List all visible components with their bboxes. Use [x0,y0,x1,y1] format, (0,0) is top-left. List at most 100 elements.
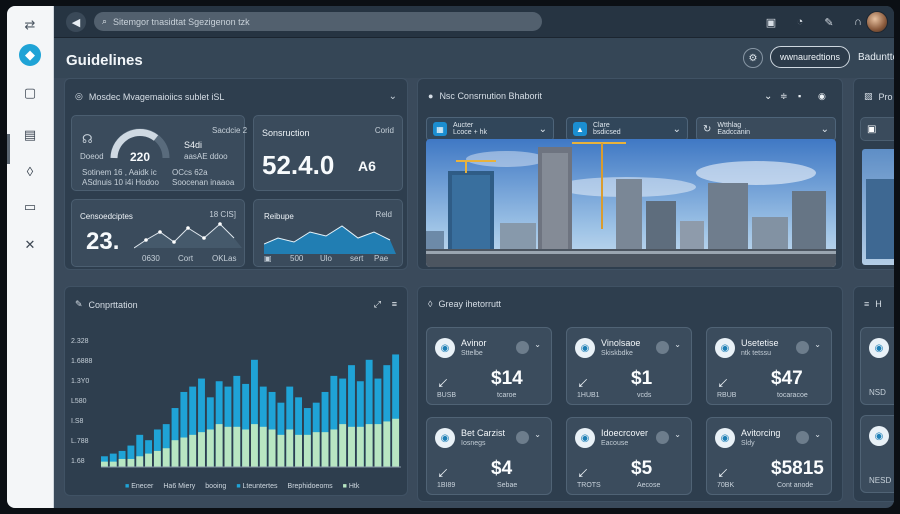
sidebar-item-projects[interactable]: ▢ [19,82,41,104]
bar-secondary[interactable] [383,421,391,467]
y-tick-label: I.S8 [71,418,84,425]
bar-secondary[interactable] [392,418,400,467]
menu-icon[interactable]: ≡ [392,299,397,309]
sidebar-item-dashboard[interactable]: ◆ [19,44,41,66]
side-account-card[interactable]: ◉ NESD [860,415,894,493]
side-chip[interactable]: ▣ [860,117,894,141]
bar-secondary[interactable] [145,453,152,467]
action-pill-button[interactable]: wwnauredtions [770,46,850,68]
bar-secondary[interactable] [268,429,276,467]
clock-icon[interactable]: ◉ [818,91,826,102]
toggle[interactable] [516,341,529,354]
toggle[interactable] [516,431,529,444]
account-sub: Eacouse [601,440,629,447]
account-card[interactable]: ◉ Avitorcing Sldy ⌄ ↓ $5815 70BK Cont anode [706,417,832,495]
bar-secondary[interactable] [339,424,347,467]
account-icon: ◉ [435,338,455,358]
account-amount: $1 [631,368,653,389]
bar-secondary[interactable] [101,461,108,467]
bar-secondary[interactable] [153,450,161,467]
bar-secondary[interactable] [215,424,223,467]
bar-secondary[interactable] [286,429,294,467]
sidebar-item-documents[interactable]: ▤ [19,124,41,146]
bar-secondary[interactable] [136,456,144,467]
filter-icon[interactable]: ≑ [780,91,788,102]
bar-secondary[interactable] [233,426,241,467]
avatar[interactable] [866,11,888,33]
edit-icon[interactable]: ✎ [820,13,838,31]
bar-secondary[interactable] [118,458,126,467]
bar-secondary[interactable] [348,426,355,467]
chevron-down-icon[interactable]: ⌄ [764,91,772,102]
document-icon: ▤ [23,127,37,142]
components-tick-2: Cort [178,254,194,263]
chevron-down-icon[interactable]: ⌄ [534,340,541,349]
filter-chip-2[interactable]: ▲ Clare bsdicsed ⌄ [566,117,688,141]
chevron-down-icon[interactable]: ⌄ [674,340,681,349]
chevron-down-icon[interactable]: ⌄ [674,430,681,439]
menu-icon: ≡ [864,299,870,309]
legend-item[interactable]: Ha6 Miery [163,483,195,490]
expand-icon[interactable]: ⇄ [19,14,41,36]
sidebar-item-tools[interactable]: ✕ [19,234,41,256]
headset-icon[interactable]: ∩ [849,13,867,31]
account-card[interactable]: ◉ Avinor Sttelbe ⌄ ↓ $14 BUSB tcaroe [426,327,552,405]
account-card[interactable]: ◉ Vinolsaoe Skiskbdke ⌄ ↓ $1 1HUB1 vcds [566,327,692,405]
search-bar[interactable]: ⌕ [94,12,542,31]
search-input[interactable] [113,16,514,27]
toggle[interactable] [656,341,669,354]
sidebar-item-location[interactable]: ◊ [19,160,41,182]
bar-secondary[interactable] [198,432,205,467]
filter-chip-3[interactable]: ↻ Wtthlag Eadccanin ⌄ [696,117,836,141]
toggle[interactable] [656,431,669,444]
bar-secondary[interactable] [162,448,170,467]
bar-secondary[interactable] [109,461,117,467]
expand-icon[interactable]: ⤢ [374,299,381,310]
legend-item[interactable]: booing [205,483,226,490]
legend-item[interactable]: ■ Lteuntertes [236,483,277,490]
timer-icon[interactable]: ◔ [791,13,809,31]
chevron-down-icon[interactable]: ⌄ [814,430,821,439]
bar-secondary[interactable] [206,429,214,467]
bar-secondary[interactable] [180,437,188,467]
bar-secondary[interactable] [171,440,179,467]
window-icon[interactable]: ▣ [762,13,780,31]
bar-secondary[interactable] [365,424,373,467]
bar-secondary[interactable] [330,429,338,467]
legend-item[interactable]: ■ Enecer [125,483,153,490]
bar-secondary[interactable] [224,426,232,467]
bar-secondary[interactable] [374,424,382,467]
title-right-link[interactable]: Baduntte [858,52,894,63]
bar-secondary[interactable] [356,426,364,467]
bar-secondary[interactable] [242,429,250,467]
sidebar-item-inbox[interactable]: ▭ [19,196,41,218]
toggle[interactable] [796,341,809,354]
settings-icon[interactable]: ⚙ [743,48,763,68]
bar-secondary[interactable] [277,434,285,467]
bar-secondary[interactable] [251,424,258,467]
bar-secondary[interactable] [127,458,135,467]
chevron-down-icon[interactable]: ⌄ [534,430,541,439]
account-amount: $4 [491,458,513,479]
side-account-card[interactable]: ◉ NSD [860,327,894,405]
legend-item[interactable]: Brephidoeoms [288,483,333,490]
chevron-down-icon[interactable]: ⌄ [814,340,821,349]
back-button[interactable]: ◀ [66,12,86,32]
account-card[interactable]: ◉ Bet Carzist Iosnegs ⌄ ↓ $4 1BI89 Sebae [426,417,552,495]
account-card[interactable]: ◉ Usetetise ntk tetssu ⌄ ↓ $47 RBUB tocaracoe [706,327,832,405]
bar-secondary[interactable] [303,434,311,467]
bar-secondary[interactable] [295,434,302,467]
bar-secondary[interactable] [312,432,320,467]
chevron-down-icon[interactable]: ⌄ [389,91,397,102]
bar-secondary[interactable] [321,432,329,467]
account-icon: ◉ [869,426,889,446]
legend-item[interactable]: ■ Htk [343,483,360,490]
account-card[interactable]: ◉ Idoecrcover Eacouse ⌄ ↓ $5 TROTS Aecose [566,417,692,495]
bar-secondary[interactable] [189,434,197,467]
lock-icon[interactable]: ▪ [798,91,801,101]
panel-header: ◎ Mosdec Mvagemaioiics sublet iSL [75,91,224,102]
filter-chip-1[interactable]: ▦ Aucter Lcoce + hk ⌄ [426,117,554,141]
toggle[interactable] [796,431,809,444]
account-amount: $47 [771,368,803,389]
bar-secondary[interactable] [259,426,267,467]
